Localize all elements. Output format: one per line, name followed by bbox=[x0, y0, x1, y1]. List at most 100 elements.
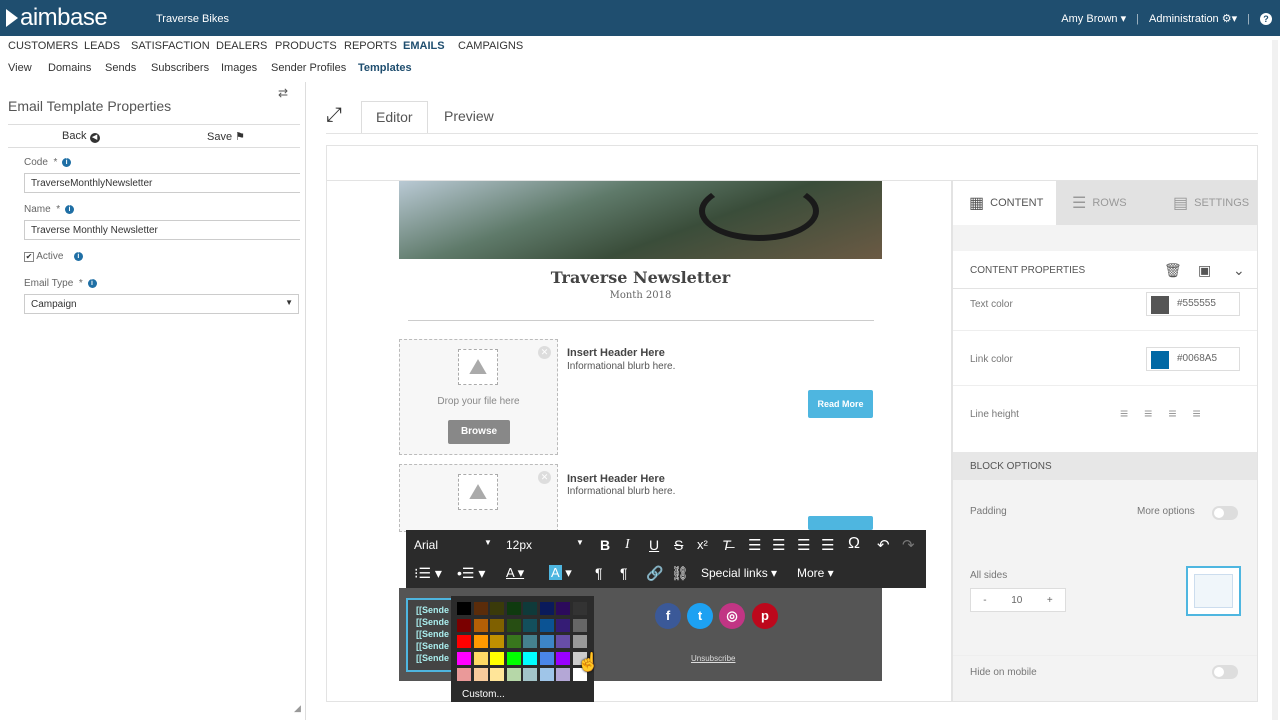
more-menu[interactable]: More ▾ bbox=[797, 566, 834, 580]
color-swatch[interactable] bbox=[506, 618, 521, 632]
strikethrough-icon[interactable]: S bbox=[674, 537, 683, 553]
duplicate-icon[interactable]: ▣ bbox=[1198, 262, 1211, 279]
tab-rows[interactable]: ☰ ROWS bbox=[1056, 181, 1157, 225]
info-icon[interactable]: i bbox=[62, 158, 72, 167]
color-swatch[interactable] bbox=[473, 602, 488, 615]
nav-satisfaction[interactable]: SATISFACTION bbox=[131, 40, 210, 52]
color-swatch[interactable] bbox=[506, 668, 521, 681]
color-swatch[interactable] bbox=[473, 668, 488, 681]
font-size-select[interactable]: 12px ▼ bbox=[506, 538, 584, 552]
code-input[interactable]: TraverseMonthlyNewsletter bbox=[24, 173, 300, 193]
back-button[interactable]: Back ◀ bbox=[62, 130, 100, 143]
color-swatch[interactable] bbox=[556, 668, 570, 681]
facebook-icon[interactable]: f bbox=[655, 603, 681, 629]
close-icon[interactable]: ✕ bbox=[538, 471, 551, 484]
padding-value[interactable]: 10 bbox=[1011, 595, 1022, 606]
text-color-icon[interactable]: A ▾ bbox=[506, 565, 524, 581]
color-swatch[interactable] bbox=[490, 618, 504, 632]
close-icon[interactable]: ✕ bbox=[538, 346, 551, 359]
unsubscribe-link[interactable]: Unsubscribe bbox=[691, 654, 735, 663]
color-swatch[interactable] bbox=[523, 602, 537, 615]
color-swatch[interactable] bbox=[506, 602, 521, 615]
color-swatch[interactable] bbox=[523, 651, 537, 665]
padding-stepper[interactable]: - 10 + bbox=[970, 588, 1066, 612]
tab-preview[interactable]: Preview bbox=[430, 101, 508, 133]
subnav-sends[interactable]: Sends bbox=[105, 62, 136, 74]
swap-icon[interactable]: ⇄ bbox=[278, 86, 288, 100]
color-swatch[interactable] bbox=[490, 602, 504, 615]
italic-icon[interactable]: I bbox=[625, 537, 630, 553]
underline-icon[interactable]: U bbox=[649, 537, 659, 553]
color-swatch[interactable] bbox=[539, 651, 554, 665]
block-header[interactable]: Insert Header Here bbox=[567, 347, 665, 359]
tab-editor[interactable]: Editor bbox=[361, 101, 428, 133]
read-more-button[interactable]: Read More bbox=[808, 390, 873, 418]
tab-settings[interactable]: ▤ SETTINGS bbox=[1157, 181, 1257, 225]
subnav-images[interactable]: Images bbox=[221, 62, 257, 74]
color-swatch[interactable] bbox=[457, 651, 471, 665]
name-input[interactable]: Traverse Monthly Newsletter bbox=[24, 220, 300, 240]
info-icon[interactable]: i bbox=[87, 279, 97, 288]
nav-campaigns[interactable]: CAMPAIGNS bbox=[458, 40, 523, 52]
align-left-icon[interactable]: ☰ bbox=[748, 536, 761, 554]
info-icon[interactable]: i bbox=[64, 205, 74, 214]
redo-icon[interactable]: ↷ bbox=[902, 536, 915, 554]
color-swatch[interactable] bbox=[572, 618, 587, 632]
more-options-toggle[interactable] bbox=[1212, 506, 1238, 520]
resize-handle[interactable]: ◢ bbox=[294, 703, 301, 714]
paragraph-style-icon[interactable]: ¶ bbox=[620, 565, 628, 581]
instagram-icon[interactable]: ◎ bbox=[719, 603, 745, 629]
color-swatch[interactable] bbox=[473, 651, 488, 665]
nav-reports[interactable]: REPORTS bbox=[344, 40, 397, 52]
scrollbar[interactable] bbox=[1272, 40, 1278, 720]
color-swatch[interactable] bbox=[539, 602, 554, 615]
color-swatch[interactable] bbox=[556, 602, 570, 615]
read-more-button[interactable] bbox=[808, 516, 873, 530]
hero-image[interactable] bbox=[399, 181, 882, 259]
align-justify-icon[interactable]: ☰ bbox=[821, 536, 834, 554]
subnav-subscribers[interactable]: Subscribers bbox=[151, 62, 209, 74]
text-color-picker[interactable]: #555555 bbox=[1146, 292, 1240, 316]
color-swatch[interactable] bbox=[457, 618, 471, 632]
color-swatch[interactable] bbox=[523, 635, 537, 648]
superscript-icon[interactable]: x² bbox=[697, 537, 708, 552]
admin-menu[interactable]: Administration ⚙▾ bbox=[1149, 12, 1237, 25]
color-swatch[interactable] bbox=[457, 668, 471, 681]
increment-button[interactable]: + bbox=[1047, 595, 1053, 606]
align-right-icon[interactable]: ☰ bbox=[797, 536, 810, 554]
browse-button[interactable]: Browse bbox=[448, 420, 510, 444]
nav-customers[interactable]: CUSTOMERS bbox=[8, 40, 78, 52]
user-menu[interactable]: Amy Brown ▾ bbox=[1061, 12, 1126, 25]
color-swatch[interactable] bbox=[556, 651, 570, 665]
color-swatch[interactable] bbox=[473, 618, 488, 632]
pinterest-icon[interactable]: p bbox=[752, 603, 778, 629]
color-swatch[interactable] bbox=[556, 635, 570, 648]
decrement-button[interactable]: - bbox=[983, 595, 986, 606]
subnav-sender-profiles[interactable]: Sender Profiles bbox=[271, 62, 346, 74]
undo-icon[interactable]: ↶ bbox=[877, 536, 890, 554]
color-swatch[interactable] bbox=[539, 635, 554, 648]
info-icon[interactable]: i bbox=[73, 252, 83, 261]
active-checkbox[interactable]: ✔ bbox=[24, 252, 34, 262]
color-swatch[interactable] bbox=[523, 668, 537, 681]
subnav-view[interactable]: View bbox=[8, 62, 32, 74]
link-icon[interactable]: 🔗 bbox=[646, 565, 663, 582]
block-blurb[interactable]: Informational blurb here. bbox=[567, 486, 675, 497]
bold-icon[interactable]: B bbox=[600, 537, 610, 553]
color-swatch[interactable] bbox=[572, 602, 587, 615]
color-swatch[interactable] bbox=[506, 635, 521, 648]
color-swatch[interactable] bbox=[506, 651, 521, 665]
unlink-icon[interactable]: ⛓ bbox=[671, 565, 689, 582]
newsletter-title[interactable]: Traverse Newsletter bbox=[399, 268, 882, 287]
trash-icon[interactable]: 🗑 bbox=[1164, 262, 1182, 279]
special-char-icon[interactable]: Ω bbox=[848, 535, 860, 553]
color-swatch[interactable] bbox=[490, 668, 504, 681]
line-height-options[interactable]: ≡≡≡≡ bbox=[1120, 405, 1217, 421]
block-blurb[interactable]: Informational blurb here. bbox=[567, 361, 675, 372]
image-dropzone[interactable]: ⛰ ✕ bbox=[399, 464, 558, 532]
align-center-icon[interactable]: ☰ bbox=[772, 536, 785, 554]
chevron-down-icon[interactable]: ⌄ bbox=[1233, 262, 1245, 279]
nav-products[interactable]: PRODUCTS bbox=[275, 40, 337, 52]
subnav-domains[interactable]: Domains bbox=[48, 62, 91, 74]
color-swatch[interactable] bbox=[490, 651, 504, 665]
